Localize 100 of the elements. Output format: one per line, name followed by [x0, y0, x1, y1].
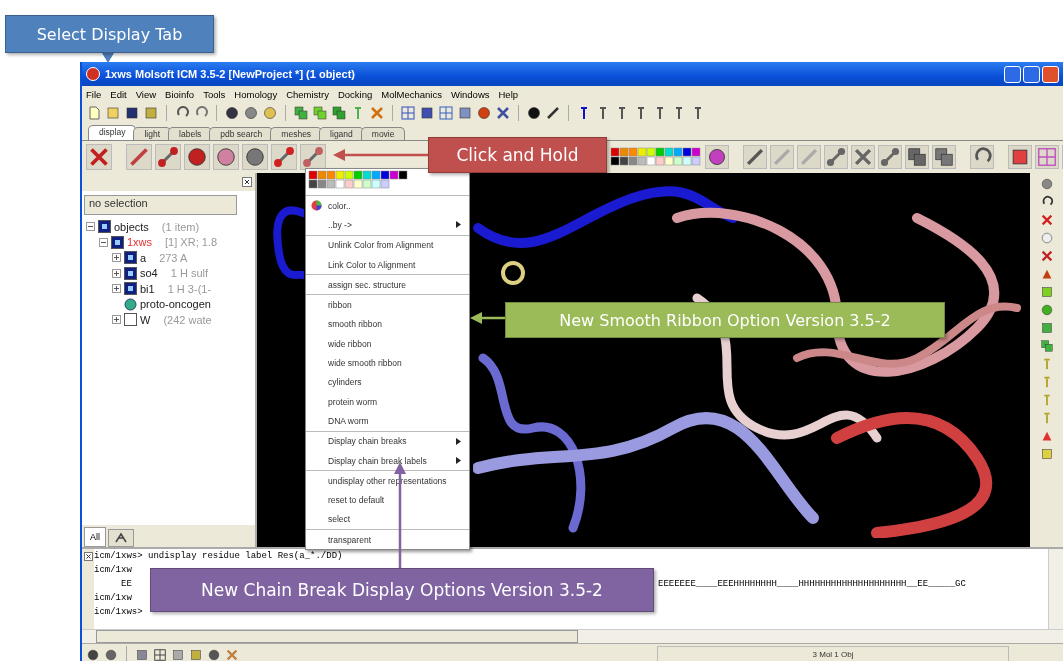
menu-item[interactable]: Tools [203, 89, 226, 100]
checked-box-icon[interactable] [124, 251, 137, 265]
checked-box-icon[interactable] [111, 235, 124, 249]
color-palette-drawing[interactable] [610, 147, 702, 167]
console-line: icm/1xw [94, 593, 132, 603]
console-line: icm/1xws> undisplay residue label Res(a_*./DD) [94, 551, 343, 561]
menu-item[interactable]: cylinders [306, 372, 469, 392]
menu-item[interactable]: Edit [110, 89, 127, 100]
expand-toggle[interactable] [112, 315, 121, 325]
callout: Select Display Tab [5, 15, 214, 53]
cross-icon[interactable] [369, 105, 385, 121]
menu-item[interactable]: View [135, 89, 157, 100]
menu-item[interactable]: Docking [337, 89, 373, 100]
squares-icon[interactable] [312, 105, 328, 121]
menu-item[interactable]: protein worm [306, 391, 469, 412]
menu-item[interactable]: reset to default [306, 490, 469, 510]
tree-item-info: (242 wate [163, 313, 212, 326]
grid-icon[interactable] [438, 105, 454, 121]
menu-item[interactable]: Display chain breaks [306, 431, 469, 451]
window-icon[interactable] [135, 647, 149, 661]
menu-item[interactable]: ribbon [306, 295, 469, 315]
checked-box-icon[interactable] [124, 282, 137, 296]
minimize-button[interactable] [1004, 65, 1021, 83]
console-line: icm/1xw [94, 565, 132, 575]
tab[interactable]: display [88, 125, 137, 140]
grid-icon[interactable] [400, 105, 416, 121]
selection-field[interactable]: no selection [84, 195, 237, 215]
menu-item[interactable]: Bioinfo [165, 89, 195, 100]
globe-icon [124, 297, 137, 311]
menu-item[interactable]: ..by -> [306, 215, 469, 235]
menu-item[interactable]: File [86, 89, 102, 100]
squares-icon[interactable] [293, 105, 309, 121]
horizontal-scrollbar[interactable] [82, 629, 1063, 643]
app-logo-icon [86, 67, 100, 81]
sphere-icon[interactable] [476, 105, 492, 121]
ball-icon[interactable] [526, 105, 542, 121]
callout: Click and Hold [428, 137, 607, 173]
callout: New Chain Break Display Options Version 3.5-2 [150, 568, 654, 612]
empty-box-icon[interactable] [124, 313, 137, 327]
tree-item[interactable]: bi1 [140, 282, 155, 295]
menu-item[interactable]: Help [498, 89, 519, 100]
menu-item[interactable]: Display chain break labels [306, 450, 469, 471]
collapse-toggle[interactable] [86, 222, 95, 232]
menu-item[interactable]: Homology [234, 89, 278, 100]
tree-item-info: 1 H 3-(1- [167, 282, 212, 295]
menu-item[interactable]: Windows [450, 89, 490, 100]
square-icon[interactable] [419, 105, 435, 121]
tree-item[interactable]: so4 [140, 267, 158, 280]
menu-item[interactable]: assign sec. structure [306, 275, 469, 295]
menu-item[interactable]: transparent [306, 530, 469, 550]
tree-item-info: (1 item) [161, 220, 200, 233]
vertical-scrollbar[interactable] [1048, 549, 1063, 629]
expand-toggle[interactable] [112, 253, 121, 263]
menu-item[interactable]: DNA worm [306, 411, 469, 431]
window-title: 1xws Molsoft ICM 3.5-2 [NewProject *] (1 object) [105, 68, 355, 80]
console-line: EEEEEEE____EEEHHHHHHHH____HHHHHHHHHHHHHHHHHHHH__EE_____GC [658, 579, 966, 591]
tree-item[interactable]: proto-oncogen [140, 298, 211, 311]
menu-item[interactable]: Link Color to Alignment [306, 254, 469, 275]
tree-item[interactable]: W [140, 313, 151, 326]
tab[interactable]: All [84, 527, 106, 547]
tree-item-info: 1 H sulf [170, 267, 209, 280]
expand-toggle[interactable] [112, 268, 121, 278]
balls-icon[interactable] [184, 144, 210, 170]
tab[interactable]: movie [360, 127, 406, 140]
window-icon[interactable] [153, 647, 167, 661]
color-palette-drawing[interactable] [308, 170, 409, 190]
window-icon[interactable] [171, 647, 185, 661]
menu-item[interactable]: smooth ribbon [306, 314, 469, 335]
close-button[interactable] [242, 177, 252, 187]
menu-item[interactable]: Unlink Color from Alignment [306, 235, 469, 255]
console-line: EE [120, 579, 132, 589]
distance-icon[interactable] [743, 145, 767, 169]
menu-item[interactable]: color.. [306, 196, 469, 216]
tree-item[interactable]: 1xws [127, 236, 153, 249]
tab[interactable]: ligand [319, 127, 364, 140]
tree-item[interactable]: objects [114, 220, 149, 233]
menu-item[interactable]: wide ribbon [306, 334, 469, 354]
tree-item-info: [1] XR; 1.8 [165, 236, 218, 249]
close-button[interactable] [83, 552, 93, 561]
expand-toggle[interactable] [112, 284, 121, 294]
document-icon[interactable] [86, 105, 102, 121]
menu-item[interactable]: select [306, 509, 469, 530]
stick-icon[interactable] [126, 144, 152, 170]
tab[interactable] [108, 529, 134, 547]
console-line: icm/1xws> [94, 607, 144, 617]
square-icon[interactable] [1039, 321, 1054, 335]
window-icon[interactable] [457, 105, 473, 121]
squares-icon[interactable] [1039, 339, 1054, 353]
menu-item[interactable]: Chemistry [286, 89, 329, 100]
maximize-button[interactable] [1023, 65, 1040, 83]
callout: New Smooth Ribbon Option Version 3.5-2 [505, 302, 945, 338]
collapse-toggle[interactable] [99, 237, 108, 247]
ball-and-stick-icon[interactable] [155, 144, 181, 170]
menu-item[interactable]: MolMechanics [381, 89, 442, 100]
puzzle-icon[interactable] [331, 105, 347, 121]
menu-item[interactable]: wide smooth ribbon [306, 353, 469, 373]
checked-box-icon[interactable] [124, 266, 137, 280]
checked-box-icon[interactable] [98, 220, 111, 234]
tree-item-info: 273 A [159, 251, 188, 264]
tree-item[interactable]: a [140, 251, 147, 264]
